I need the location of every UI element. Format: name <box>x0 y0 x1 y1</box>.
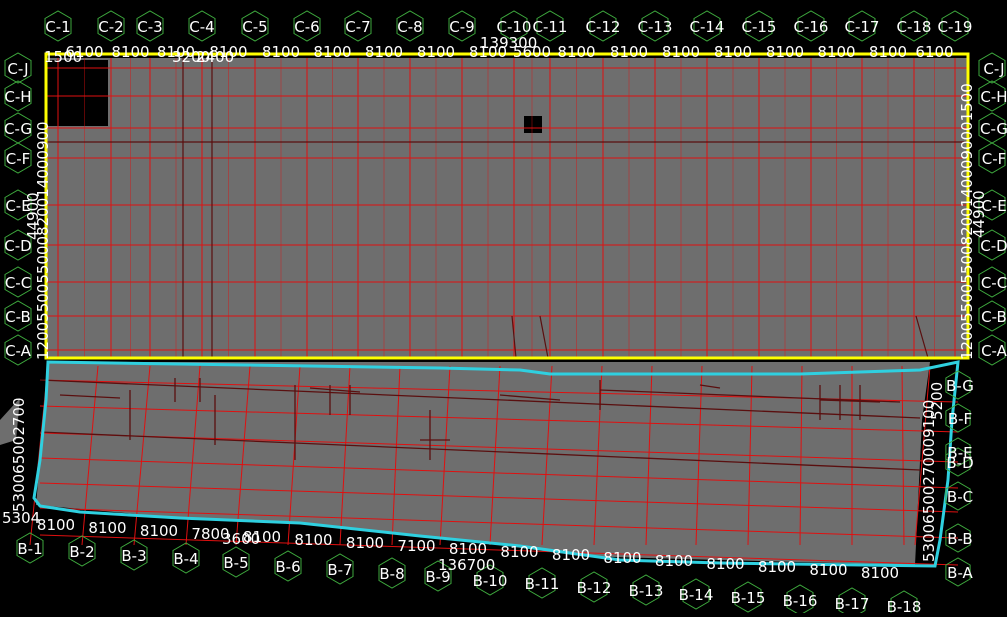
c-top-dimension: 8100 <box>817 43 855 61</box>
b-bottom-axis-label: B-3 <box>121 547 146 565</box>
c-top-axis-label: C-15 <box>742 18 777 36</box>
b-bottom-dimension: 8100 <box>88 519 126 537</box>
c-left-axis-label: C-C <box>5 274 31 292</box>
b-bottom-axis-label: B-7 <box>327 561 352 579</box>
c-top-axis-label: C-14 <box>690 18 725 36</box>
c-right-axis-label: C-C <box>981 274 1007 292</box>
b-bottom-axis-label: B-14 <box>679 586 714 604</box>
b-bottom-axis-label: B-18 <box>887 598 922 613</box>
c-right-total-label: 44900 <box>970 190 988 238</box>
c-top-dimension: 8100 <box>557 43 595 61</box>
b-bottom-dimension: 8100 <box>758 558 796 576</box>
building-c[interactable] <box>44 52 970 360</box>
c-top-axis-label: C-2 <box>98 18 123 36</box>
b-bottom-axis-label: B-4 <box>173 550 198 568</box>
c-left-axis-label: C-G <box>4 120 32 138</box>
b-near-b5-label: 3600 <box>222 530 260 548</box>
b-bottom-dimension: 8100 <box>706 555 744 573</box>
b-bottom-axis-label: B-11 <box>525 575 560 593</box>
b-left-side-dims: 530065002700 <box>10 397 28 512</box>
c-top-dimension: 8100 <box>869 43 907 61</box>
b-bottom-axis-label: B-8 <box>379 565 404 583</box>
structural-plan[interactable]: C-1 C-2 C-3 C-4 C-5 C-6 C-7 C-8 C-9 C-10 C-11 C-12 C… <box>0 0 1007 617</box>
c-top-axis-label: C-6 <box>294 18 319 36</box>
c-top-axis-label: C-16 <box>794 18 829 36</box>
c-top-dimension: 8100 <box>610 43 648 61</box>
c-top-axis-label: C-3 <box>137 18 162 36</box>
b-bottom-axis-label: B-15 <box>731 589 766 607</box>
c-right-axis-label: C-G <box>980 120 1007 138</box>
b-bottom-axis-label: B-13 <box>629 582 664 600</box>
b-bottom-dimension: 8100 <box>552 546 590 564</box>
c-top-dimension: 8100 <box>714 43 752 61</box>
c-top-dimension: 8100 <box>313 43 351 61</box>
c-top-dimension: 8100 <box>417 43 455 61</box>
b-bottom-dimension: 8100 <box>346 534 384 552</box>
c-top-axis-label: C-1 <box>45 18 70 36</box>
c-left-axis-label: C-F <box>6 150 31 168</box>
c-top-axis-label: C-8 <box>397 18 422 36</box>
c-top-axis-label: C-19 <box>938 18 973 36</box>
c-top-dimension: 8100 <box>662 43 700 61</box>
c-top-dimension: 8100 <box>111 43 149 61</box>
c-top-axis-label: C-13 <box>638 18 673 36</box>
c-top-axis-label: C-17 <box>845 18 880 36</box>
c-top-dimension: 8100 <box>766 43 804 61</box>
b-bottom-dimension: 7100 <box>397 537 435 555</box>
c-right-axis-label: C-F <box>982 150 1007 168</box>
c-top-axis-label: C-9 <box>449 18 474 36</box>
c-top-axis-label: C-7 <box>345 18 370 36</box>
c-top-axis-label: C-12 <box>586 18 621 36</box>
b-bottom-axis-label: B-5 <box>223 554 248 572</box>
structural-plan-canvas[interactable]: C-1 C-2 C-3 C-4 C-5 C-6 C-7 C-8 C-9 C-10 C-11 C-12 C… <box>0 0 1007 617</box>
b-bottom-dimension: 8100 <box>655 552 693 570</box>
b-right-axis-label: B-C <box>947 488 973 506</box>
b-bottom-axis-label: B-6 <box>275 558 300 576</box>
c-top-axis-label: C-4 <box>189 18 214 36</box>
building-c-void <box>46 60 108 126</box>
c-right-axis-label: C-H <box>980 88 1007 106</box>
c-top-dimension: 8100 <box>365 43 403 61</box>
c-total-length-label: 139300 <box>480 34 537 52</box>
c-right-axis-label: C-D <box>980 237 1007 255</box>
b-bottom-axis-label: B-16 <box>783 592 818 610</box>
c-right-axis-label: C-A <box>981 342 1007 360</box>
building-c-slab <box>46 58 968 358</box>
c-top-dimension: 8100 <box>262 43 300 61</box>
c-near-c4-dim-label-b: 2400 <box>196 48 234 66</box>
b-bottom-dimension: 8100 <box>809 561 847 579</box>
c-right-axis-label: C-J <box>983 60 1004 78</box>
c-left-axis-label: C-B <box>5 308 31 326</box>
c-left-total-label: 44900 <box>24 192 42 240</box>
b-bottom-axis-label: B-10 <box>473 572 508 590</box>
b-right-axis-label: B-D <box>946 454 973 472</box>
c-top-axis-label: C-11 <box>533 18 568 36</box>
b-right-axis-label: B-B <box>947 530 972 548</box>
b-total-length-label: 136700 <box>438 556 495 574</box>
c-top-axis-label: C-5 <box>242 18 267 36</box>
c-left-axis-label: C-A <box>5 342 32 360</box>
b-bottom-dimension: 8100 <box>500 543 538 561</box>
b-right-axis-label: B-A <box>947 564 973 582</box>
building-c-opening <box>524 116 542 133</box>
b-bottom-axis-label: B-2 <box>69 543 94 561</box>
b-bottom-dimension: 8100 <box>603 549 641 567</box>
b-right-axis-label: B-G <box>946 377 974 395</box>
b-bottom-axis-label: B-1 <box>17 540 42 558</box>
b-right-side-dims: 53006500270009100 <box>920 400 938 562</box>
c-right-axis-label: C-B <box>981 308 1007 326</box>
c-top-axis-label: C-18 <box>897 18 932 36</box>
b-right-side-dims-b: 5200 <box>928 382 946 420</box>
b-bottom-dimension: 8100 <box>140 522 178 540</box>
c-corner-dim-label: 1500 <box>44 48 82 66</box>
c-left-axis-label: C-J <box>7 60 28 78</box>
b-bottom-axis-label: B-12 <box>577 579 612 597</box>
b-bottom-dimension: 8100 <box>861 564 899 582</box>
b-right-axis-label: B-F <box>948 410 972 428</box>
b-bottom-axis-label: B-17 <box>835 595 870 613</box>
b-bottom-dimension: 8100 <box>294 531 332 549</box>
c-left-axis-label: C-H <box>4 88 31 106</box>
b-bottom-dimension: 8100 <box>37 516 75 534</box>
c-top-dimension: 6100 <box>915 43 953 61</box>
